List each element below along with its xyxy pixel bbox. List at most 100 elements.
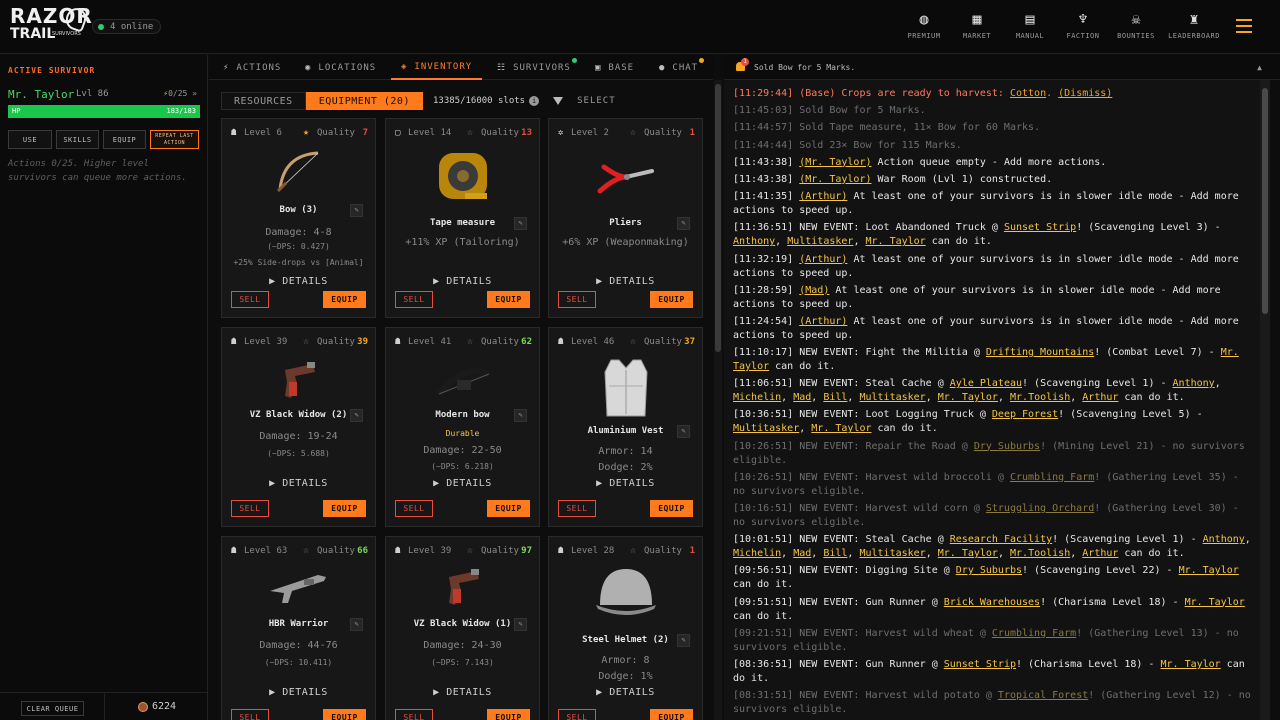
rename-pencil-icon[interactable]: ✎ (514, 217, 527, 230)
rename-pencil-icon[interactable]: ✎ (350, 409, 363, 422)
favorite-star-icon[interactable]: ★ (303, 127, 309, 138)
log-scrollbar[interactable] (1260, 80, 1270, 720)
favorite-star-icon[interactable]: ☆ (630, 127, 636, 138)
log-link[interactable]: (Mad) (799, 285, 829, 296)
favorite-star-icon[interactable]: ☆ (630, 336, 636, 347)
equip-item-button[interactable]: EQUIP (487, 291, 530, 308)
log-link[interactable]: Multitasker (733, 423, 799, 434)
equip-item-button[interactable]: EQUIP (650, 500, 693, 517)
info-icon[interactable]: i (529, 96, 540, 106)
favorite-star-icon[interactable]: ☆ (630, 545, 636, 556)
item-card[interactable]: ▢ Level 14 ☆ Quality 13 Tape measure ✎ +11% XP … (385, 118, 540, 318)
nav-bounties[interactable]: ☠ BOUNTIES (1111, 10, 1161, 40)
log-link[interactable]: Mr. Taylor (1179, 565, 1239, 576)
item-card[interactable]: ☗ Level 39 ☆ Quality 97 VZ Black Widow (1) ✎ Da… (385, 536, 540, 720)
sell-button[interactable]: SELL (231, 291, 269, 308)
nav-market[interactable]: ▦ MARKET (952, 10, 1002, 40)
log-link[interactable]: Michelin (733, 392, 781, 403)
nav-faction[interactable]: ♆ FACTION (1058, 10, 1108, 40)
log-link[interactable]: Anthony (1173, 378, 1215, 389)
tab-inventory[interactable]: ◈ INVENTORY (391, 55, 483, 80)
equip-item-button[interactable]: EQUIP (487, 500, 530, 517)
inventory-scrollbar[interactable] (714, 80, 722, 720)
use-button[interactable]: USE (8, 130, 52, 149)
details-toggle[interactable]: ▶ DETAILS (222, 687, 375, 698)
log-link[interactable]: (Arthur) (799, 191, 847, 202)
sell-button[interactable]: SELL (395, 291, 433, 308)
log-link[interactable]: Mr.Toolish (1010, 392, 1070, 403)
log-link[interactable]: Mad (793, 392, 811, 403)
rename-pencil-icon[interactable]: ✎ (350, 204, 363, 217)
log-link[interactable]: Struggling Orchard (986, 503, 1094, 514)
select-button[interactable]: SELECT (577, 96, 616, 106)
sell-button[interactable]: SELL (231, 709, 269, 720)
tab-chat[interactable]: ● CHAT (659, 55, 705, 80)
log-link[interactable]: Sunset Strip (944, 659, 1016, 670)
log-link[interactable]: Mr.Toolish (1010, 548, 1070, 559)
item-card[interactable]: ☗ Level 28 ☆ Quality 1 Steel Helmet (2) ✎ Armor… (548, 536, 703, 720)
sell-button[interactable]: SELL (558, 709, 596, 720)
tab-survivors[interactable]: ☷ SURVIVORS (497, 55, 577, 80)
nav-premium[interactable]: ◍ PREMIUM (899, 10, 949, 40)
details-toggle[interactable]: ▶ DETAILS (386, 687, 539, 698)
favorite-star-icon[interactable]: ☆ (467, 127, 473, 138)
log-link[interactable]: Mr. Taylor (1160, 659, 1220, 670)
equip-item-button[interactable]: EQUIP (650, 709, 693, 720)
log-link[interactable]: Drifting Mountains (986, 347, 1094, 358)
rename-pencil-icon[interactable]: ✎ (677, 425, 690, 438)
rename-pencil-icon[interactable]: ✎ (514, 409, 527, 422)
log-link[interactable]: Research Facility (950, 534, 1052, 545)
equip-item-button[interactable]: EQUIP (323, 291, 366, 308)
tab-base[interactable]: ▣ BASE (595, 55, 634, 80)
favorite-star-icon[interactable]: ☆ (303, 336, 309, 347)
details-toggle[interactable]: ▶ DETAILS (386, 276, 539, 287)
rename-pencil-icon[interactable]: ✎ (514, 618, 527, 631)
menu-icon[interactable] (1236, 19, 1252, 33)
sell-button[interactable]: SELL (231, 500, 269, 517)
sell-button[interactable]: SELL (558, 500, 596, 517)
rename-pencil-icon[interactable]: ✎ (677, 217, 690, 230)
details-toggle[interactable]: ▶ DETAILS (549, 687, 702, 698)
log-link[interactable]: Mr. Taylor (938, 548, 998, 559)
scrollbar-thumb[interactable] (1262, 88, 1268, 314)
log-link[interactable]: Crumbling Farm (1010, 472, 1094, 483)
log-link[interactable]: Arthur (1082, 548, 1118, 559)
sell-button[interactable]: SELL (395, 709, 433, 720)
log-link[interactable]: Arthur (1082, 392, 1118, 403)
repeat-last-action-button[interactable]: REPEAT LAST ACTION (150, 130, 199, 149)
log-link[interactable]: (Arthur) (799, 316, 847, 327)
log-link[interactable]: Mr. Taylor (811, 423, 871, 434)
details-toggle[interactable]: ▶ DETAILS (386, 478, 539, 489)
details-toggle[interactable]: ▶ DETAILS (222, 276, 375, 287)
item-card[interactable]: ☗ Level 41 ☆ Quality 62 Modern bow ✎ Durable Dam… (385, 327, 540, 527)
log-link[interactable]: Multitasker (859, 548, 925, 559)
clear-queue-button[interactable]: CLEAR QUEUE (21, 701, 84, 716)
filter-icon[interactable] (553, 97, 564, 105)
equip-item-button[interactable]: EQUIP (323, 500, 366, 517)
item-card[interactable]: ☗ Level 6 ★ Quality 7 Bow (3) ✎ Damage: 4-8 (~DP… (221, 118, 376, 318)
log-link[interactable]: Anthony (733, 236, 775, 247)
log-link[interactable]: Cotton (1010, 88, 1046, 99)
equip-item-button[interactable]: EQUIP (487, 709, 530, 720)
log-link[interactable]: Multitasker (787, 236, 853, 247)
sell-button[interactable]: SELL (395, 500, 433, 517)
equip-button[interactable]: EQUIP (103, 130, 146, 149)
favorite-star-icon[interactable]: ☆ (303, 545, 309, 556)
rename-pencil-icon[interactable]: ✎ (677, 634, 690, 647)
equipment-tab[interactable]: EQUIPMENT (20) (305, 92, 423, 110)
equip-item-button[interactable]: EQUIP (650, 291, 693, 308)
log-link[interactable]: Anthony (1203, 534, 1245, 545)
log-link[interactable]: (Mr. Taylor) (799, 157, 871, 168)
log-link[interactable]: Bill (823, 548, 847, 559)
log-link[interactable]: Bill (823, 392, 847, 403)
nav-leaderboard[interactable]: ♜ LEADERBOARD (1164, 10, 1224, 40)
log-link[interactable]: Deep Forest (992, 409, 1058, 420)
item-card[interactable]: ☗ Level 46 ☆ Quality 37 Aluminium Vest ✎ Armor:… (548, 327, 703, 527)
log-link[interactable]: Crumbling Farm (992, 628, 1076, 639)
log-link[interactable]: Ayle Plateau (950, 378, 1022, 389)
log-link[interactable]: Tropical Forest (998, 690, 1088, 701)
log-link[interactable]: (Dismiss) (1058, 88, 1112, 99)
skills-button[interactable]: SKILLS (56, 130, 99, 149)
equip-item-button[interactable]: EQUIP (323, 709, 366, 720)
details-toggle[interactable]: ▶ DETAILS (549, 276, 702, 287)
